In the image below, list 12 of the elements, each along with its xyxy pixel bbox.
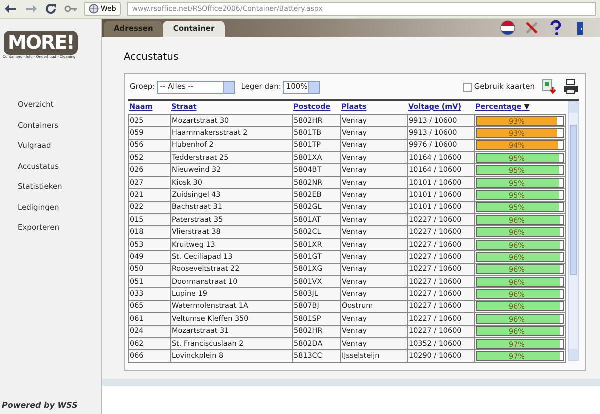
scrollbar[interactable] [568,101,579,361]
tools-icon[interactable] [524,20,540,36]
logo: MORE! [4,31,78,55]
page-title: Accustatus [124,51,180,65]
globe-icon [89,4,99,14]
flag-icon[interactable] [500,20,516,36]
powered-by-text: Powered by WSS [2,400,79,412]
reload-icon[interactable] [44,2,58,16]
checkbox[interactable] [463,82,472,92]
excel-export-icon[interactable] [541,79,557,95]
help-icon[interactable] [548,20,564,36]
printer-icon[interactable] [563,79,579,95]
